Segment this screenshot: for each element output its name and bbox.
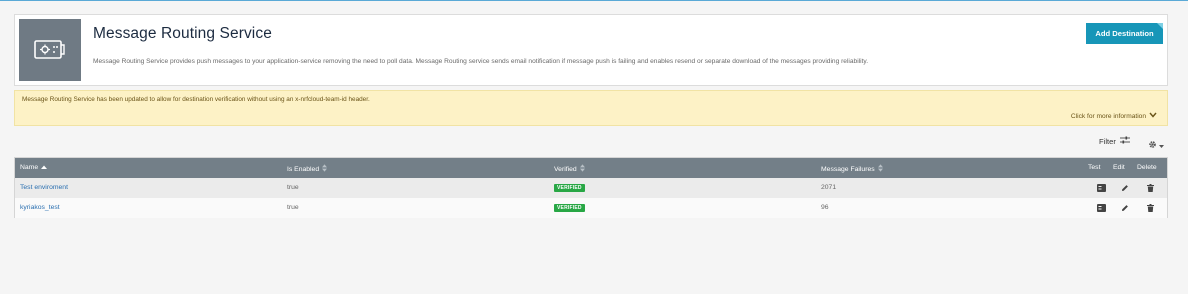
edit-pencil-icon[interactable]: [1120, 203, 1130, 213]
is-enabled-value: true: [287, 184, 299, 191]
test-message-icon[interactable]: [1096, 183, 1106, 193]
column-header-delete: Delete: [1137, 164, 1157, 171]
verified-badge: VERIFIED: [554, 204, 585, 212]
more-info-label: Click for more information: [1070, 112, 1146, 120]
page-description: Message Routing Service provides push me…: [93, 58, 869, 65]
message-failures-value: 2071: [821, 184, 837, 191]
routing-card-icon: [19, 19, 81, 81]
column-header-name[interactable]: Name: [20, 164, 48, 171]
sort-icon: [322, 164, 328, 174]
destinations-table: Name Is Enabled Verified Message Failure…: [14, 157, 1168, 218]
table-row: kyriakos_test true VERIFIED 96: [15, 198, 1167, 218]
caret-down-icon: [1159, 136, 1164, 154]
update-notice: Message Routing Service has been updated…: [14, 90, 1168, 126]
edit-pencil-icon[interactable]: [1120, 183, 1130, 193]
is-enabled-value: true: [287, 204, 299, 211]
verified-badge: VERIFIED: [554, 184, 585, 192]
add-destination-label: Add Destination: [1095, 29, 1154, 38]
chevron-down-icon: [1149, 112, 1157, 120]
table-settings-button[interactable]: [1148, 136, 1164, 154]
page-title: Message Routing Service: [93, 25, 272, 42]
sort-icon: [579, 164, 585, 174]
filter-label: Filter: [1099, 136, 1116, 146]
gear-icon: [1148, 136, 1157, 154]
column-header-is-enabled[interactable]: Is Enabled: [287, 164, 328, 174]
table-row: Test enviroment true VERIFIED 2071: [15, 178, 1167, 198]
button-corner-accent: [1157, 23, 1163, 29]
column-header-edit: Edit: [1113, 164, 1125, 171]
more-info-link[interactable]: Click for more information: [1071, 112, 1157, 120]
column-header-message-failures[interactable]: Message Failures: [821, 164, 883, 174]
destination-name-link[interactable]: Test enviroment: [20, 184, 68, 191]
service-header-card: Message Routing Service Message Routing …: [14, 14, 1168, 86]
sort-icon: [877, 164, 883, 174]
column-header-verified[interactable]: Verified: [554, 164, 585, 174]
notice-text: Message Routing Service has been updated…: [22, 96, 370, 103]
sliders-icon: [1119, 136, 1130, 146]
trash-icon[interactable]: [1145, 203, 1155, 213]
table-header: Name Is Enabled Verified Message Failure…: [15, 158, 1167, 178]
trash-icon[interactable]: [1145, 183, 1155, 193]
column-header-test: Test: [1088, 164, 1101, 171]
top-accent-line: [0, 0, 1188, 1]
sort-asc-icon: [41, 164, 48, 171]
filter-button[interactable]: Filter: [1099, 136, 1130, 146]
test-message-icon[interactable]: [1096, 203, 1106, 213]
destination-name-link[interactable]: kyriakos_test: [20, 204, 60, 211]
message-failures-value: 96: [821, 204, 829, 211]
add-destination-button[interactable]: Add Destination: [1086, 23, 1163, 44]
